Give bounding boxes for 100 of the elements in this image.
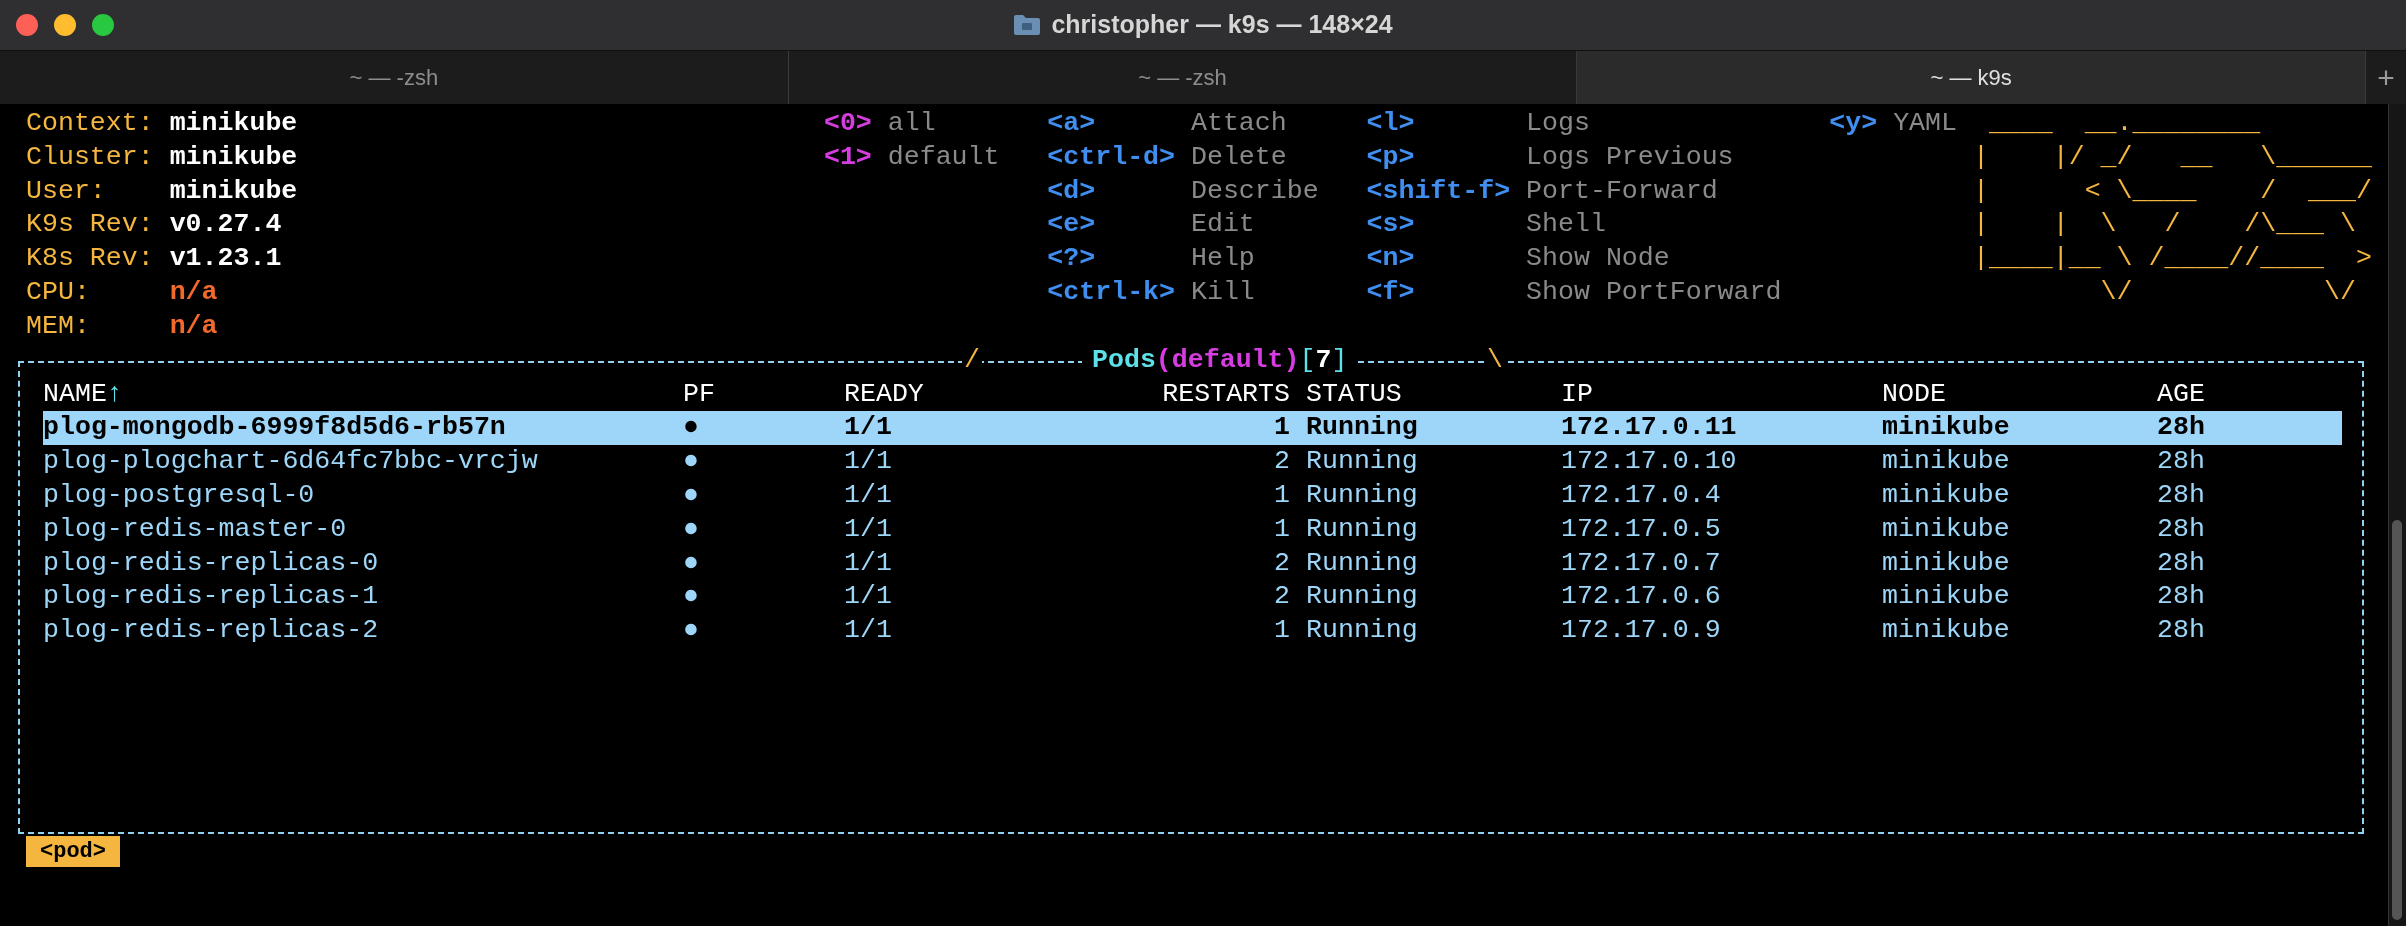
shortcut-key: <f> — [1366, 276, 1527, 310]
info-label: User: — [26, 174, 107, 208]
table-cell-text: 1/1 — [844, 580, 893, 614]
column-header[interactable]: NODE — [1882, 377, 1946, 412]
shortcut-key: <a> — [1047, 107, 1191, 141]
info-value: minikube — [169, 174, 298, 208]
shortcut-action: Help — [1191, 242, 1255, 276]
info-value: minikube — [169, 107, 298, 140]
table-cell-text: 172.17.0.7 — [1561, 546, 1722, 580]
sort-indicator: ↑ — [106, 377, 123, 411]
window-title: christopher — k9s — 148×24 — [1051, 9, 1393, 41]
frame-title: Pods(default)[7] — [1092, 343, 1348, 377]
table-cell-text: minikube — [1882, 614, 2011, 648]
close-window-icon[interactable] — [16, 14, 38, 36]
table-cell-text: Running — [1306, 512, 1419, 546]
shortcut-key: <d> — [1047, 174, 1191, 209]
table-row[interactable]: plog-postgresql-0 ● 1/1 1 Running 172.17.0.4 minikube 28h — [43, 478, 2342, 513]
table-cell-text: 28h — [2157, 478, 2206, 512]
info-label: Context: — [26, 107, 155, 140]
table-cell-text: plog-redis-replicas-2 — [43, 614, 380, 648]
minimize-window-icon[interactable] — [54, 14, 76, 36]
table-cell-text: 172.17.0.9 — [1561, 614, 1722, 648]
table-cell-text: 1/1 — [844, 478, 893, 512]
namespace-name[interactable]: all — [887, 107, 936, 141]
column-header[interactable]: READY — [844, 377, 924, 412]
info-label: K9s Rev: — [26, 208, 155, 242]
shortcut-key: <ctrl-k> — [1047, 276, 1191, 310]
shortcut-key: <n> — [1366, 242, 1527, 276]
column-header[interactable]: STATUS — [1306, 377, 1402, 412]
terminal-tab[interactable]: ~ — k9s — [1577, 51, 2366, 104]
table-cell-text: 172.17.0.4 — [1561, 478, 1722, 512]
table-row[interactable]: plog-redis-replicas-0 ● 1/1 2 Running 172.17.0.7 minikube 28h — [43, 546, 2342, 581]
shortcut-action: Delete — [1191, 140, 1287, 174]
info-label: MEM: — [26, 309, 91, 343]
table-cell-text: 1 — [1273, 512, 1290, 546]
shortcut-action: Logs Previous — [1526, 140, 1734, 174]
shortcut-key: <s> — [1366, 208, 1527, 243]
table-cell-text: minikube — [1882, 478, 2011, 512]
shortcut-action: Describe — [1191, 174, 1319, 208]
table-cell-text: 28h — [2157, 445, 2206, 479]
table-cell-text: minikube — [1882, 580, 2011, 614]
scrollbar[interactable] — [2387, 104, 2406, 926]
table-cell-text: 2 — [1273, 580, 1290, 614]
maximize-window-icon[interactable] — [92, 14, 114, 36]
breadcrumb: <pod> — [26, 835, 120, 867]
shortcut-key: <e> — [1047, 208, 1191, 243]
table-cell-text: ● — [683, 445, 700, 479]
table-cell-text: 1 — [1273, 478, 1290, 512]
table-cell-text: 2 — [1273, 546, 1290, 580]
namespace-key[interactable]: <1> — [823, 140, 888, 175]
info-value: v0.27.4 — [169, 208, 282, 242]
table-cell-text: minikube — [1882, 445, 2011, 479]
shortcut-action: YAML — [1893, 107, 1957, 140]
table-cell-text: Running — [1306, 478, 1419, 512]
table-cell-text: 28h — [2157, 580, 2206, 614]
table-cell-text: minikube — [1882, 411, 2011, 445]
table-cell-text: plog-mongodb-6999f8d5d6-rb57n — [43, 411, 507, 445]
namespace-name[interactable]: default — [887, 140, 1000, 175]
table-cell-text: ● — [683, 478, 700, 512]
table-cell-text: Running — [1306, 580, 1419, 614]
table-cell-text: 172.17.0.11 — [1561, 411, 1738, 445]
shortcut-key: <y> — [1829, 107, 1894, 141]
info-value: n/a — [169, 309, 218, 343]
table-cell-text: ● — [683, 411, 700, 445]
table-row[interactable]: plog-mongodb-6999f8d5d6-rb57n ● 1/1 1 Running 172.17.0.11 minikube 28h — [43, 411, 2342, 446]
shortcut-key: <p> — [1366, 140, 1527, 175]
table-cell-text: 1/1 — [844, 445, 893, 479]
info-value: v1.23.1 — [169, 242, 282, 276]
table-row[interactable]: plog-plogchart-6d64fc7bbc-vrcjw ● 1/1 2 Running 172.17.0.10 minikube 28h — [43, 445, 2342, 479]
shortcut-action: Show Node — [1526, 242, 1670, 276]
namespace-key[interactable]: <0> — [823, 107, 888, 141]
table-cell-text: ● — [683, 512, 700, 546]
table-cell-text: 1/1 — [844, 614, 893, 648]
table-cell-text: minikube — [1882, 512, 2011, 546]
table-row[interactable]: plog-redis-master-0 ● 1/1 1 Running 172.17.0.5 minikube 28h — [43, 512, 2342, 547]
info-value: minikube — [169, 140, 298, 174]
table-cell-text: plog-redis-replicas-0 — [43, 546, 380, 580]
shortcut-key: <shift-f> — [1366, 174, 1527, 209]
shortcut-action: Port-Forward — [1526, 174, 1718, 208]
column-header[interactable]: IP — [1561, 377, 1593, 412]
table-row[interactable]: plog-redis-replicas-2 ● 1/1 1 Running 172.17.0.9 minikube 28h — [43, 614, 2342, 648]
shortcut-key: <?> — [1047, 242, 1191, 276]
table-cell-text: 28h — [2157, 411, 2206, 445]
shortcut-action: Attach — [1191, 107, 1287, 140]
table-cell-text: 172.17.0.10 — [1561, 445, 1738, 479]
shortcut-action: Edit — [1191, 208, 1255, 242]
info-label: Cluster: — [26, 140, 155, 174]
table-cell-text: plog-redis-master-0 — [43, 512, 348, 546]
column-header[interactable]: RESTARTS — [1162, 377, 1290, 412]
table-cell-text: 28h — [2157, 512, 2206, 546]
shortcut-action: Kill — [1191, 276, 1255, 309]
table-cell-text: 172.17.0.5 — [1561, 512, 1722, 546]
column-header[interactable]: PF — [683, 377, 715, 412]
table-cell-text: plog-postgresql-0 — [43, 478, 316, 512]
column-header[interactable]: NAME — [43, 377, 107, 412]
column-header[interactable]: AGE — [2157, 377, 2205, 412]
table-cell-text: 28h — [2157, 546, 2206, 580]
table-row[interactable]: plog-redis-replicas-1 ● 1/1 2 Running 172.17.0.6 minikube 28h — [43, 580, 2342, 615]
table-cell-text: ● — [683, 614, 700, 648]
table-cell-text: 28h — [2157, 614, 2206, 648]
